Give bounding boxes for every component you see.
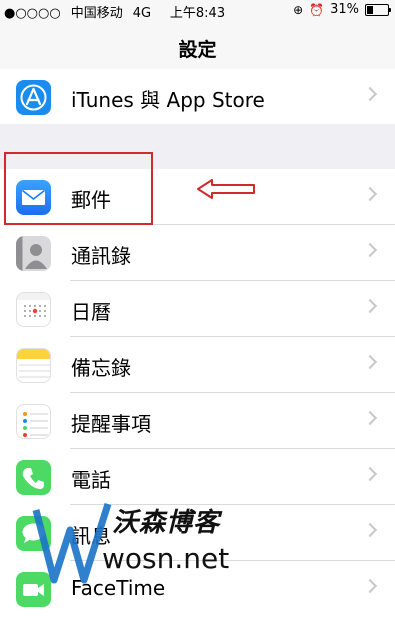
settings-row-label: 日曆 — [71, 300, 111, 324]
app-store-icon — [16, 80, 51, 115]
calendar-icon — [16, 292, 51, 327]
chevron-right-icon — [362, 298, 378, 314]
settings-row-label: 電話 — [71, 468, 111, 492]
chevron-right-icon — [362, 86, 378, 102]
annotation-highlight-box — [4, 152, 153, 225]
alarm-icon: ⏰ — [309, 2, 325, 17]
chevron-right-icon — [362, 186, 378, 202]
settings-row-messages[interactable]: 訊息 — [0, 505, 395, 561]
chevron-right-icon — [362, 522, 378, 538]
settings-row-label: 備忘錄 — [71, 356, 131, 380]
battery-percent: 31% — [330, 2, 359, 17]
reminders-icon — [16, 404, 51, 439]
settings-row-phone[interactable]: 電話 — [0, 449, 395, 505]
settings-row-notes[interactable]: 備忘錄 — [0, 337, 395, 393]
settings-row-calendar[interactable]: 日曆 — [0, 281, 395, 337]
chevron-right-icon — [362, 410, 378, 426]
page-title: 設定 — [178, 39, 217, 61]
settings-row-label: iTunes 與 App Store — [71, 88, 265, 112]
facetime-icon — [16, 572, 51, 607]
chevron-right-icon — [362, 578, 378, 594]
messages-icon — [16, 516, 51, 551]
annotation-arrow-icon — [197, 179, 255, 199]
rotation-lock-icon: ⊕ — [293, 2, 304, 17]
settings-row-label: FaceTime — [71, 576, 166, 600]
phone-icon — [16, 460, 51, 495]
settings-row-label: 通訊錄 — [71, 244, 131, 268]
settings-row-label: 訊息 — [71, 524, 111, 548]
chevron-right-icon — [362, 466, 378, 482]
battery-icon — [365, 3, 391, 16]
status-bar: ●○○○○ 中国移动 4G 上午8:43 ⊕ ⏰ 31% — [0, 0, 395, 21]
settings-row-contacts[interactable]: 通訊錄 — [0, 225, 395, 281]
contacts-icon — [16, 236, 51, 271]
settings-row-app-store[interactable]: iTunes 與 App Store — [0, 69, 395, 125]
settings-row-reminders[interactable]: 提醒事項 — [0, 393, 395, 449]
notes-icon — [16, 348, 51, 383]
settings-row-label: 提醒事項 — [71, 412, 151, 436]
chevron-right-icon — [362, 242, 378, 258]
settings-row-facetime[interactable]: FaceTime — [0, 561, 395, 617]
chevron-right-icon — [362, 354, 378, 370]
navigation-bar: 設定 — [0, 20, 395, 75]
